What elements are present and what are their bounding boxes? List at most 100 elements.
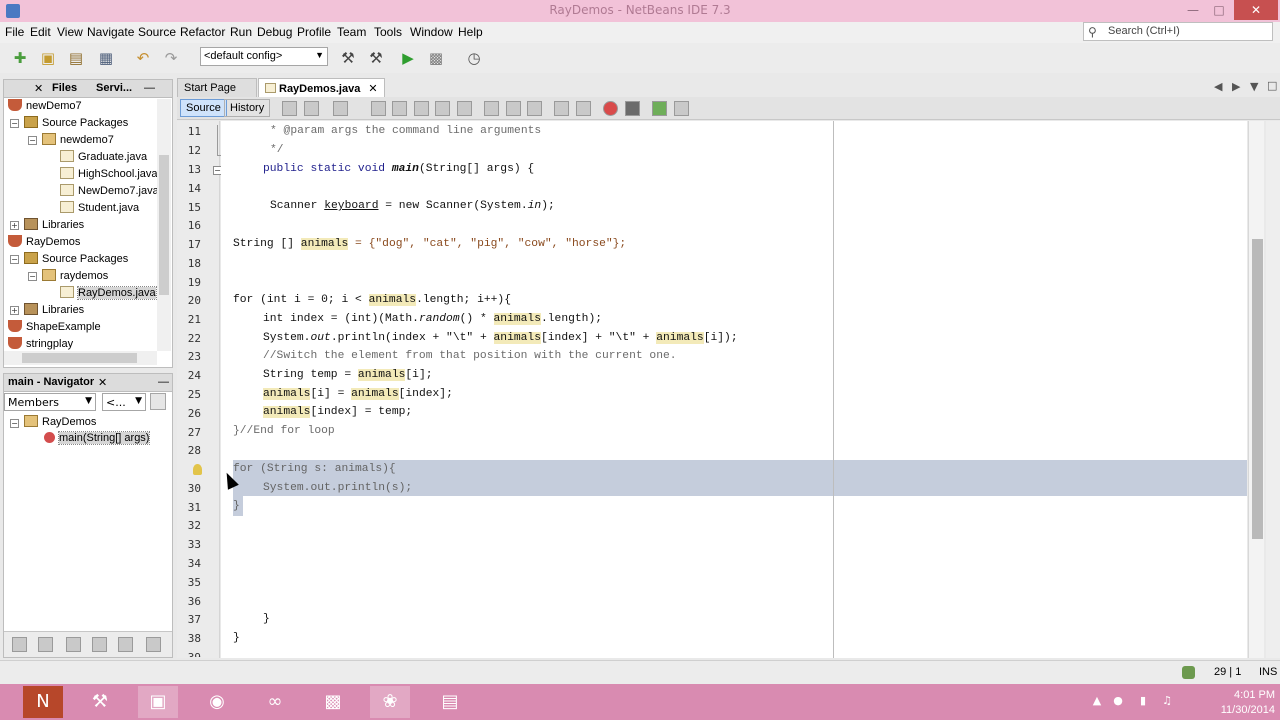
volume-icon[interactable]: ♫	[1160, 694, 1174, 708]
previous-bookmark-icon[interactable]	[484, 101, 499, 116]
run-icon[interactable]: ▶	[398, 48, 418, 68]
tree-node-newdemo7-package[interactable]: newdemo7	[42, 133, 114, 150]
filter-dropdown[interactable]: <... ▼	[102, 393, 146, 411]
shift-right-icon[interactable]	[576, 101, 591, 116]
collapse-toggle[interactable]: −	[10, 255, 19, 264]
tree-node-newdemo7-java[interactable]: NewDemo7.java	[60, 184, 159, 201]
tree-node-raydemos-project[interactable]: RayDemos	[8, 235, 80, 252]
config-dropdown[interactable]: <default config> ▼	[200, 47, 328, 66]
debug-icon[interactable]: ▩	[426, 48, 446, 68]
tree-node-graduate-java[interactable]: Graduate.java	[60, 150, 147, 167]
scroll-thumb[interactable]	[159, 155, 169, 295]
tree-node-highschool-java[interactable]: HighSchool.java	[60, 167, 158, 184]
system-clock[interactable]: 4:01 PM 11/30/2014	[1195, 688, 1275, 718]
close-window-button[interactable]: ✕	[1234, 0, 1278, 20]
menu-debug[interactable]: Debug	[257, 25, 292, 39]
error-stripe[interactable]	[1266, 121, 1280, 658]
notifications-icon[interactable]	[1182, 666, 1195, 679]
expand-toggle[interactable]: +	[10, 306, 19, 315]
filter-fields-icon[interactable]	[12, 637, 27, 652]
tab-raydemos-java[interactable]: RayDemos.java ✕	[258, 78, 385, 97]
maximize-editor-icon[interactable]: □	[1267, 79, 1277, 92]
tree-node-student-java[interactable]: Student.java	[60, 201, 139, 218]
minimize-button[interactable]: —	[1180, 0, 1206, 20]
tree-node-libraries[interactable]: Libraries	[24, 303, 84, 320]
save-all-icon[interactable]: ▦	[96, 48, 116, 68]
toggle-highlight-icon[interactable]	[435, 101, 450, 116]
menu-refactor[interactable]: Refactor	[180, 25, 225, 39]
projects-horizontal-scrollbar[interactable]	[4, 351, 157, 365]
menu-source[interactable]: Source	[138, 25, 176, 39]
tree-node-source-packages[interactable]: Source Packages	[24, 252, 128, 269]
rectangular-selection-icon[interactable]	[457, 101, 472, 116]
clean-build-icon[interactable]: ⚒	[366, 48, 386, 68]
find-previous-icon[interactable]	[371, 101, 386, 116]
forward-icon[interactable]	[333, 101, 348, 116]
onenote-icon[interactable]: N	[23, 686, 63, 718]
menu-view[interactable]: View	[57, 25, 83, 39]
editor-vertical-scrollbar[interactable]	[1248, 121, 1264, 658]
new-file-icon[interactable]: ✚	[10, 48, 30, 68]
maximize-button[interactable]: □	[1206, 0, 1232, 20]
build-icon[interactable]: ⚒	[338, 48, 358, 68]
minimize-panel-icon[interactable]: —	[158, 376, 169, 388]
collapse-toggle[interactable]: −	[10, 419, 19, 428]
tray-app-icon[interactable]: ●	[1111, 694, 1125, 708]
close-tab-icon[interactable]: ✕	[368, 83, 377, 95]
network-icon[interactable]: ▮	[1136, 694, 1150, 708]
filter-sort-icon[interactable]	[118, 637, 133, 652]
navigator-title[interactable]: main - Navigator	[8, 376, 94, 388]
back-icon[interactable]	[304, 101, 319, 116]
menu-team[interactable]: Team	[337, 25, 366, 39]
last-edit-icon[interactable]	[282, 101, 297, 116]
filter-inherited-icon[interactable]	[92, 637, 107, 652]
tree-node-source-packages[interactable]: Source Packages	[24, 116, 128, 133]
menu-run[interactable]: Run	[230, 25, 252, 39]
filter-nonpublic-icon[interactable]	[66, 637, 81, 652]
tab-services[interactable]: Servi...	[96, 82, 132, 94]
file-explorer-icon[interactable]: ▤	[430, 686, 470, 718]
open-project-icon[interactable]: ▤	[66, 48, 86, 68]
tab-start-page[interactable]: Start Page	[177, 78, 257, 97]
find-next-icon[interactable]	[392, 101, 407, 116]
tree-node-shapeexample[interactable]: ShapeExample	[8, 320, 101, 337]
tree-node-raydemos-package[interactable]: raydemos	[42, 269, 108, 286]
history-view-button[interactable]: History	[224, 99, 271, 117]
redo-icon[interactable]: ↷	[161, 48, 181, 68]
media-app-icon[interactable]: ▩	[313, 686, 353, 718]
scroll-thumb[interactable]	[1252, 239, 1263, 539]
source-view-button[interactable]: Source	[180, 99, 227, 117]
collapse-toggle[interactable]: −	[28, 136, 37, 145]
tree-node-libraries[interactable]: Libraries	[24, 218, 84, 235]
filter-static-icon[interactable]	[38, 637, 53, 652]
minimize-panel-icon[interactable]: —	[144, 82, 155, 94]
tool-app-icon[interactable]: ⚒	[80, 686, 120, 718]
filter-javadoc-icon[interactable]	[146, 637, 161, 652]
undo-icon[interactable]: ↶	[133, 48, 153, 68]
scroll-tabs-left-icon[interactable]: ◀	[1214, 80, 1222, 93]
tree-node-newdemo7-project[interactable]: newDemo7	[8, 99, 82, 116]
collapse-toggle[interactable]: −	[10, 119, 19, 128]
members-dropdown[interactable]: Members ▼	[4, 393, 96, 411]
filter-settings-icon[interactable]	[150, 393, 166, 410]
tab-files[interactable]: Files	[52, 82, 77, 94]
menu-edit[interactable]: Edit	[30, 25, 51, 39]
find-selection-icon[interactable]	[414, 101, 429, 116]
stop-macro-recording-icon[interactable]	[625, 101, 640, 116]
new-project-icon[interactable]: ▣	[38, 48, 58, 68]
visual-studio-icon[interactable]: ∞	[255, 686, 295, 718]
start-macro-recording-icon[interactable]	[603, 101, 618, 116]
toggle-bookmark-icon[interactable]	[527, 101, 542, 116]
menu-help[interactable]: Help	[458, 25, 483, 39]
virtualbox-icon[interactable]: ▣	[138, 686, 178, 718]
close-tab-icon[interactable]: ✕	[34, 82, 43, 95]
nav-node-raydemos-class[interactable]: RayDemos	[24, 415, 96, 432]
comment-icon[interactable]	[652, 101, 667, 116]
scroll-tabs-right-icon[interactable]: ▶	[1232, 80, 1240, 93]
tab-list-icon[interactable]: ▼	[1250, 80, 1258, 93]
menu-file[interactable]: File	[5, 25, 24, 39]
tree-node-raydemos-java[interactable]: RayDemos.java	[60, 286, 157, 303]
nav-node-main-method[interactable]: main(String[] args)	[44, 431, 151, 449]
uncomment-icon[interactable]	[674, 101, 689, 116]
scroll-thumb[interactable]	[22, 353, 137, 363]
